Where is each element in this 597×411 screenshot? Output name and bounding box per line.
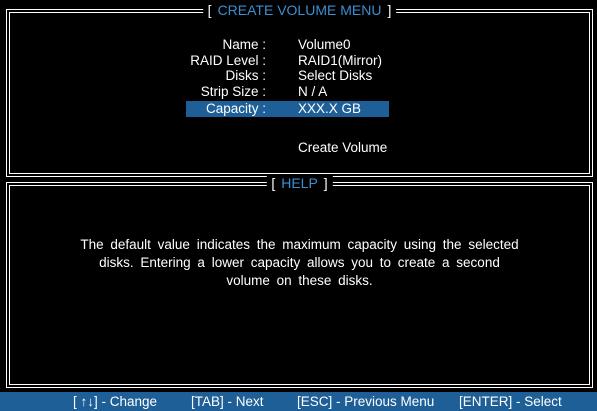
raid-level-value[interactable]: RAID1(Mirror): [298, 53, 382, 69]
help-panel: [ HELP] The default value indicates the m…: [6, 175, 593, 388]
next-key-hint: [TAB] - Next: [191, 394, 264, 409]
create-volume-form: Name : Volume0 RAID Level : RAID1(Mirror…: [10, 13, 589, 173]
name-value[interactable]: Volume0: [298, 37, 351, 53]
name-field[interactable]: Name : Volume0: [186, 37, 386, 53]
create-volume-panel: [CREATE VOLUME MENU] Name : Volume0 RAID…: [6, 2, 593, 177]
capacity-field[interactable]: Capacity : XXX.X GB: [186, 101, 389, 117]
strip-size-value[interactable]: N / A: [298, 84, 327, 100]
strip-size-label: Strip Size :: [200, 84, 266, 99]
disks-label: Disks :: [225, 68, 267, 83]
help-line: The default value indicates the maximum …: [80, 237, 519, 252]
capacity-value[interactable]: XXX.X GB: [298, 101, 361, 117]
help-bracket-open: [: [271, 175, 276, 191]
help-line: volume on these disks.: [226, 273, 373, 288]
name-label: Name :: [222, 37, 266, 52]
key-hints-bar: [ ↑↓] - Change [TAB] - Next [ESC] - Prev…: [0, 392, 597, 411]
help-title: HELP: [281, 175, 318, 191]
raid-level-label: RAID Level :: [190, 53, 266, 68]
help-panel-title: [ HELP]: [266, 175, 333, 191]
help-line: disks. Entering a lower capacity allows …: [99, 255, 500, 270]
select-key-hint: [ENTER] - Select: [459, 394, 562, 409]
previous-menu-key-hint: [ESC] - Previous Menu: [297, 394, 435, 409]
create-volume-button[interactable]: Create Volume: [298, 140, 387, 156]
raid-level-field[interactable]: RAID Level : RAID1(Mirror): [186, 53, 386, 69]
raid-bios-screen: [CREATE VOLUME MENU] Name : Volume0 RAID…: [0, 0, 597, 411]
change-key-hint: [ ↑↓] - Change: [73, 394, 158, 409]
help-bracket-close: ]: [323, 175, 328, 191]
disks-field[interactable]: Disks : Select Disks: [186, 68, 386, 84]
disks-value[interactable]: Select Disks: [298, 68, 372, 84]
strip-size-field[interactable]: Strip Size : N / A: [186, 84, 386, 100]
help-text: The default value indicates the maximum …: [30, 236, 569, 290]
capacity-label: Capacity :: [205, 101, 266, 116]
